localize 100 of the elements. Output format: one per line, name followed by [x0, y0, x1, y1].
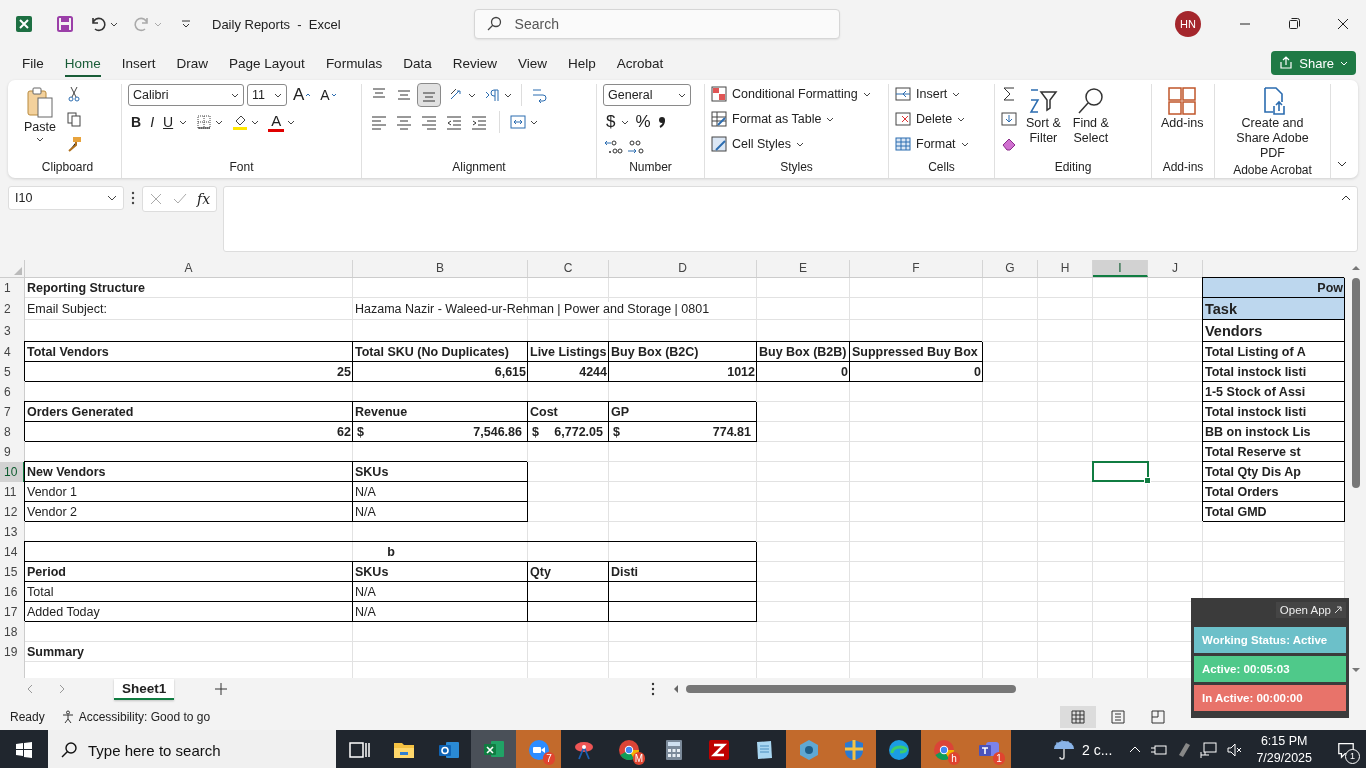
column-header[interactable]: E: [757, 260, 850, 277]
row-header[interactable]: 11: [0, 482, 25, 502]
taskbar-app-button[interactable]: 1: [966, 730, 1011, 768]
copy-icon[interactable]: [66, 111, 82, 127]
eraser-icon[interactable]: [1001, 136, 1017, 152]
caret-icon[interactable]: [504, 91, 512, 99]
accessibility-icon[interactable]: [60, 710, 75, 724]
add-sheet-icon[interactable]: [214, 682, 229, 696]
name-box[interactable]: I10: [8, 186, 124, 210]
row-header[interactable]: 16: [0, 582, 25, 602]
cells-menu-button[interactable]: Delete: [895, 109, 966, 129]
menu-tab[interactable]: Formulas: [317, 51, 391, 75]
row-header[interactable]: 18: [0, 622, 25, 642]
format-painter-icon[interactable]: [66, 136, 82, 152]
row-header[interactable]: 17: [0, 602, 25, 622]
caret-icon[interactable]: [530, 118, 538, 126]
wrap-text-icon[interactable]: [531, 86, 549, 104]
more-icon[interactable]: [130, 191, 136, 205]
taskbar-search-field[interactable]: Type here to search: [48, 730, 336, 768]
cell-cursor[interactable]: [1093, 462, 1148, 481]
row-header[interactable]: 12: [0, 502, 25, 522]
stylus-icon[interactable]: [1176, 742, 1193, 758]
sheet-tab[interactable]: Sheet1: [114, 678, 175, 700]
caret-icon[interactable]: [215, 118, 224, 126]
normal-view-button[interactable]: [1060, 706, 1096, 728]
row-header[interactable]: 4: [0, 342, 25, 362]
network-icon[interactable]: [1200, 741, 1219, 759]
insert-function-button[interactable]: fx: [197, 191, 211, 207]
menu-tab[interactable]: Review: [444, 51, 505, 75]
row-header[interactable]: 19: [0, 642, 25, 662]
font-color-button[interactable]: A: [268, 112, 285, 132]
menu-tab[interactable]: Insert: [113, 51, 164, 75]
share-button[interactable]: Share: [1271, 51, 1356, 75]
column-header[interactable]: F: [850, 260, 983, 277]
menu-tab[interactable]: Data: [395, 51, 440, 75]
menu-tab[interactable]: Page Layout: [221, 51, 313, 75]
fill-color-icon[interactable]: [232, 114, 249, 130]
scroll-thumb[interactable]: [1351, 278, 1360, 488]
taskbar-app-button[interactable]: h: [921, 730, 966, 768]
cut-icon[interactable]: [66, 86, 82, 102]
clock-date[interactable]: 7/29/2025: [1256, 750, 1312, 767]
caret-icon[interactable]: [179, 118, 188, 126]
row-header[interactable]: 13: [0, 522, 25, 542]
grow-font-button[interactable]: A: [290, 84, 315, 106]
align-bottom-icon[interactable]: [418, 84, 440, 106]
caret-icon[interactable]: [468, 91, 476, 99]
row-header[interactable]: 10: [0, 462, 25, 482]
umbrella-rain-icon[interactable]: [1052, 738, 1077, 762]
taskbar-app-button[interactable]: M: [606, 730, 651, 768]
row-header[interactable]: 2: [0, 298, 25, 320]
column-header[interactable]: A: [25, 260, 353, 277]
currency-button[interactable]: $: [603, 111, 619, 133]
find-select-button[interactable]: Find & Select: [1069, 84, 1112, 148]
up-arrow-icon[interactable]: [1351, 264, 1360, 272]
row-header[interactable]: 6: [0, 382, 25, 402]
cells-menu-button[interactable]: Format: [895, 134, 969, 154]
row-header[interactable]: 3: [0, 320, 25, 342]
undo-icon[interactable]: [89, 15, 107, 33]
merge-cells-icon[interactable]: [509, 113, 527, 131]
row-header[interactable]: 14: [0, 542, 25, 562]
row-header[interactable]: 7: [0, 402, 25, 422]
caret-icon[interactable]: [287, 118, 296, 126]
formula-input-field[interactable]: [223, 186, 1358, 252]
menu-tab[interactable]: Home: [56, 51, 109, 75]
styles-menu-button[interactable]: Format as Table: [711, 109, 835, 129]
sum-icon[interactable]: [1001, 86, 1017, 102]
taskbar-app-button[interactable]: 7: [516, 730, 561, 768]
search-field[interactable]: Search: [473, 9, 840, 39]
fill-down-icon[interactable]: [1001, 111, 1017, 127]
font-name-field[interactable]: Calibri: [128, 84, 244, 106]
column-header[interactable]: I: [1093, 260, 1148, 277]
increase-decimal-icon[interactable]: [603, 138, 623, 156]
menu-tab[interactable]: Acrobat: [608, 51, 672, 75]
underline-button[interactable]: U: [160, 111, 177, 133]
styles-menu-button[interactable]: Conditional Formatting: [711, 84, 871, 104]
number-format-field[interactable]: General: [603, 84, 691, 106]
row-header[interactable]: 1: [0, 278, 25, 298]
horizontal-scrollbar[interactable]: [686, 685, 1016, 693]
sort-filter-button[interactable]: Sort & Filter: [1023, 84, 1064, 148]
borders-icon[interactable]: [196, 114, 213, 130]
column-header[interactable]: D: [609, 260, 757, 277]
clock-time[interactable]: 6:15 PM: [1260, 733, 1308, 750]
styles-menu-button[interactable]: Cell Styles: [711, 134, 805, 154]
weather-text[interactable]: 2 c...: [1082, 742, 1113, 758]
menu-tab[interactable]: File: [14, 51, 52, 75]
decrease-decimal-icon[interactable]: [626, 138, 646, 156]
customize-menu-icon[interactable]: [181, 19, 191, 29]
accessibility-status[interactable]: Accessibility: Good to go: [78, 710, 211, 724]
save-icon[interactable]: [56, 15, 74, 33]
check-icon[interactable]: [173, 192, 187, 206]
user-avatar[interactable]: HN: [1175, 11, 1201, 37]
menu-tab[interactable]: Draw: [168, 51, 217, 75]
left-arrow-icon[interactable]: [672, 685, 680, 693]
caret-icon[interactable]: [251, 118, 260, 126]
add-ins-button[interactable]: Add-ins: [1158, 84, 1207, 133]
menu-tab[interactable]: View: [509, 51, 555, 75]
caret-icon[interactable]: [621, 118, 630, 126]
down-arrow-icon[interactable]: [1351, 666, 1360, 674]
row-header[interactable]: 9: [0, 442, 25, 462]
bold-button[interactable]: B: [128, 111, 145, 133]
